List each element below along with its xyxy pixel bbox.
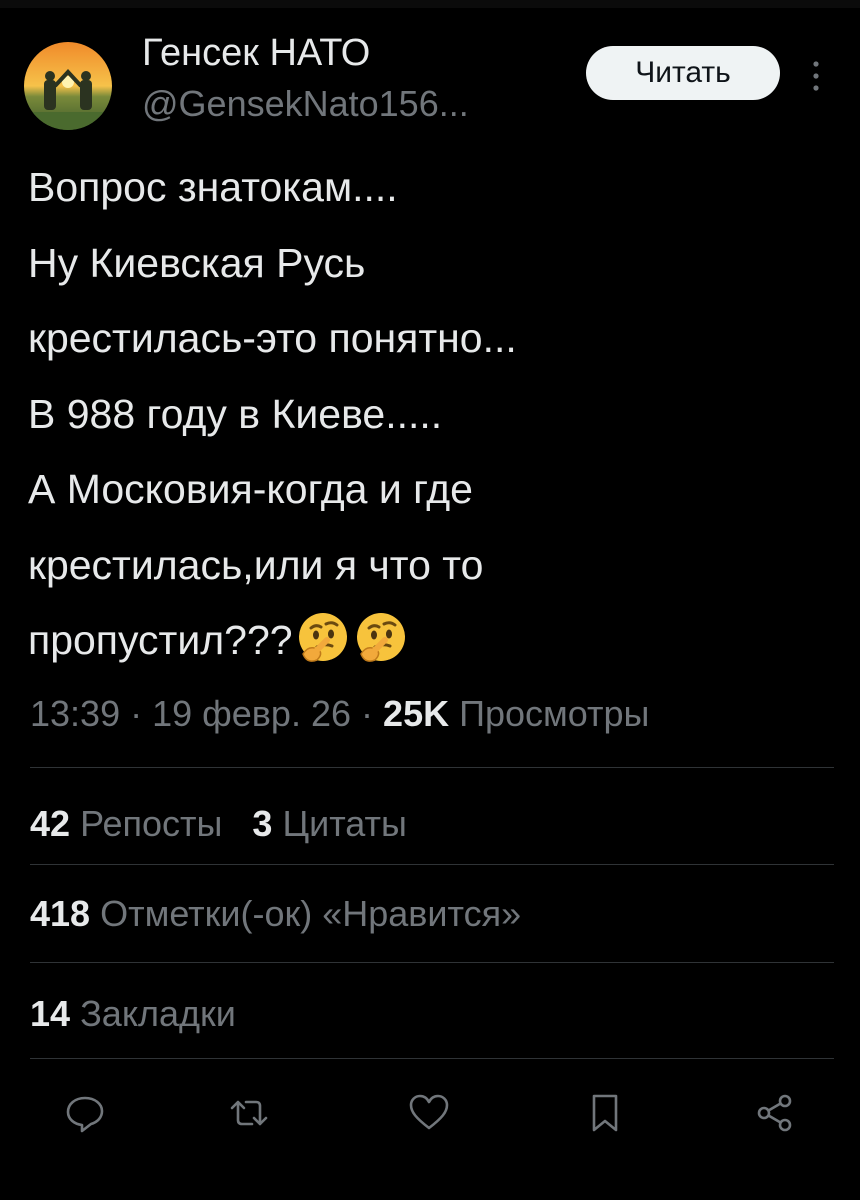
tweet-meta: 13:39 · 19 февр. 26 · 25K Просмотры bbox=[30, 686, 649, 742]
likes-count: 418 bbox=[30, 893, 91, 934]
bottom-edge bbox=[0, 1162, 860, 1200]
divider bbox=[30, 767, 834, 768]
top-edge bbox=[0, 0, 860, 8]
action-bar bbox=[0, 1080, 860, 1144]
reposts-label: Репосты bbox=[80, 803, 223, 844]
user-name[interactable]: Генсек НАТО bbox=[142, 30, 370, 76]
follow-button[interactable]: Читать bbox=[586, 46, 780, 100]
divider bbox=[30, 864, 834, 865]
bookmarks-label: Закладки bbox=[80, 993, 236, 1034]
meta-separator: · bbox=[361, 693, 374, 734]
like-icon[interactable] bbox=[406, 1090, 452, 1136]
meta-separator: · bbox=[130, 693, 143, 734]
thinking-face-icon bbox=[353, 610, 409, 666]
repost-icon[interactable] bbox=[226, 1090, 272, 1136]
avatar[interactable] bbox=[24, 42, 112, 130]
divider bbox=[30, 962, 834, 963]
tweet-line-last: пропустил??? bbox=[28, 603, 838, 679]
reposts-stat[interactable]: 42 Репосты bbox=[30, 803, 222, 844]
tweet-date[interactable]: 19 февр. 26 bbox=[152, 693, 351, 734]
user-handle[interactable]: @GensekNato156... bbox=[142, 82, 469, 126]
tweet-time[interactable]: 13:39 bbox=[30, 693, 120, 734]
quotes-count: 3 bbox=[252, 803, 273, 844]
likes-label: Отметки(-ок) «Нравится» bbox=[100, 893, 522, 934]
tweet-line: крестилась-это понятно... bbox=[28, 315, 517, 361]
tweet-line-text: пропустил??? bbox=[28, 617, 293, 663]
tweet-line: В 988 году в Киеве..... bbox=[28, 390, 443, 437]
likes-row[interactable]: 418 Отметки(-ок) «Нравится» bbox=[30, 886, 521, 942]
thinking-face-icon bbox=[295, 610, 351, 666]
tweet-line: А Московия-когда и где bbox=[28, 466, 473, 512]
tweet-line: Ну Киевская Русь bbox=[28, 239, 366, 286]
more-options-icon[interactable] bbox=[804, 56, 828, 96]
reposts-quotes-row: 42 Репосты 3 Цитаты bbox=[30, 796, 407, 852]
tweet-line: крестилась,или я что то bbox=[28, 541, 484, 588]
tweet-text: Вопрос знатокам.... Ну Киевская Русь кре… bbox=[28, 150, 838, 679]
bookmark-icon[interactable] bbox=[582, 1090, 628, 1136]
views-count: 25K bbox=[383, 693, 450, 734]
tweet-line: Вопрос знатокам.... bbox=[28, 164, 398, 210]
reposts-count: 42 bbox=[30, 803, 71, 844]
quotes-label: Цитаты bbox=[282, 803, 407, 844]
bookmarks-count: 14 bbox=[30, 993, 71, 1034]
tweet-header: Генсек НАТО @GensekNato156... Читать bbox=[24, 24, 836, 134]
divider bbox=[30, 1058, 834, 1059]
quotes-stat[interactable]: 3 Цитаты bbox=[252, 803, 406, 844]
views-label: Просмотры bbox=[459, 693, 650, 734]
reply-icon[interactable] bbox=[62, 1090, 108, 1136]
share-icon[interactable] bbox=[752, 1090, 798, 1136]
bookmarks-row: 14 Закладки bbox=[30, 986, 236, 1042]
